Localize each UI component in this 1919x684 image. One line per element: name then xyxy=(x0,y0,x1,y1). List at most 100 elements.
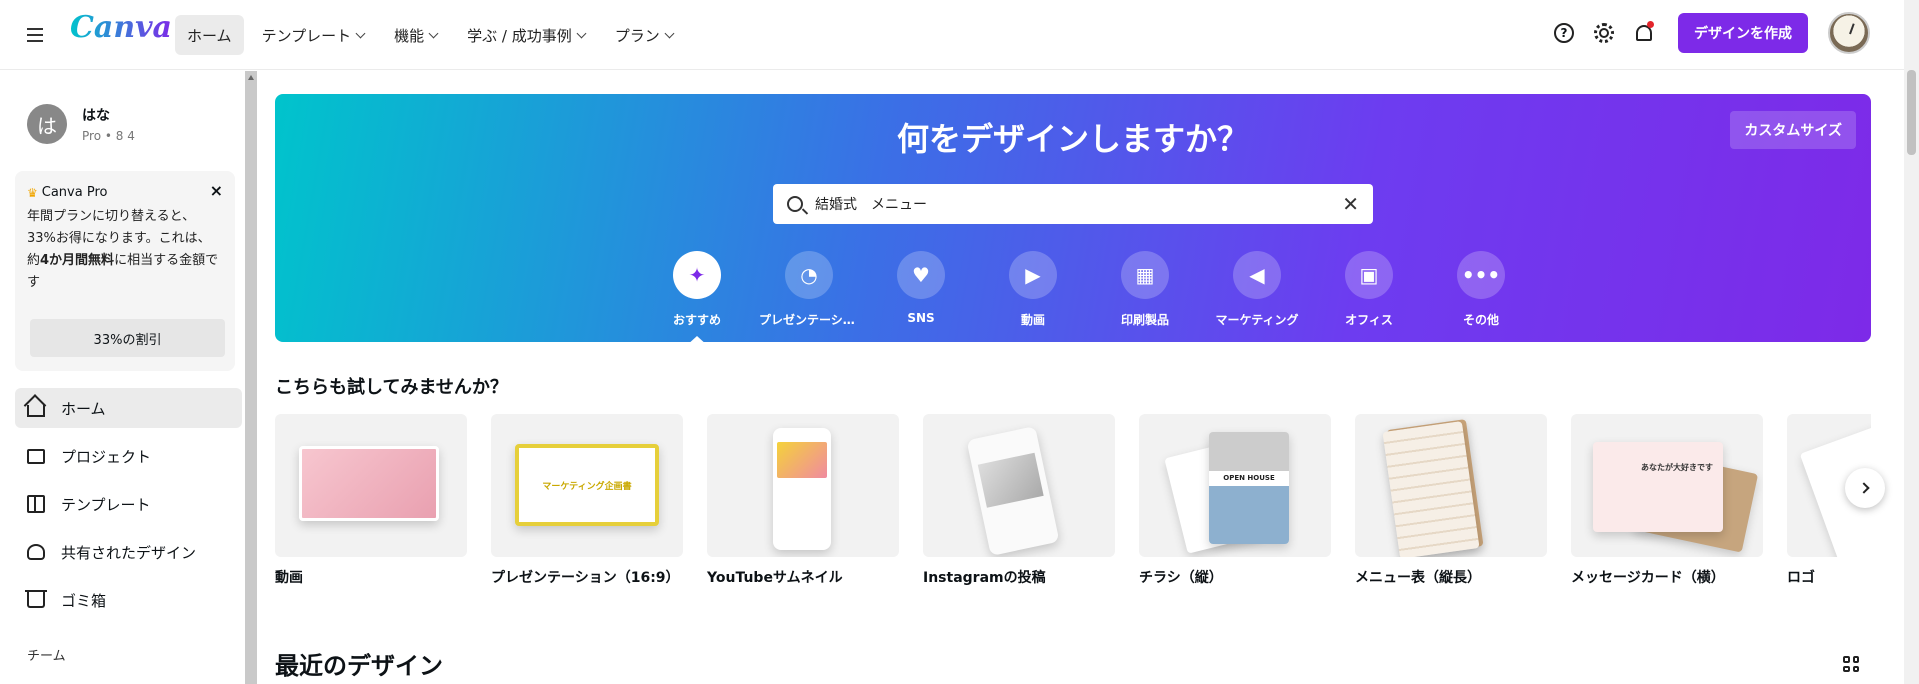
nav-plans-label: プラン xyxy=(614,26,660,45)
card-thumbnail: あなたが大好きです xyxy=(1571,414,1763,557)
card-thumbnail xyxy=(923,414,1115,557)
suggestion-card[interactable]: Instagramの投稿 xyxy=(923,414,1115,587)
top-bar: Canva ホーム テンプレート 機能 学ぶ / 成功事例 プラン ? デザイン… xyxy=(0,0,1904,70)
close-icon[interactable]: × xyxy=(210,181,223,200)
category-recommended[interactable]: ✦ おすすめ xyxy=(641,251,753,346)
main-nav: ホーム テンプレート 機能 学ぶ / 成功事例 プラン xyxy=(175,15,685,55)
main-scrollbar[interactable] xyxy=(1904,0,1919,684)
template-icon xyxy=(27,495,45,513)
category-label: プレゼンテーション xyxy=(759,313,859,327)
sidebar-item-templates[interactable]: テンプレート xyxy=(15,484,242,524)
trash-icon xyxy=(25,590,47,608)
nav-learn[interactable]: 学ぶ / 成功事例 xyxy=(455,15,597,55)
chevron-down-icon xyxy=(664,28,675,38)
canva-logo[interactable]: Canva xyxy=(70,10,172,45)
suggestion-card[interactable]: マーケティング企画書 プレゼンテーション（16:9） xyxy=(491,414,683,587)
sidebar-scrollbar[interactable] xyxy=(245,71,257,684)
notifications-button[interactable] xyxy=(1624,13,1664,53)
card-thumbnail xyxy=(275,414,467,557)
category-marketing[interactable]: ◀ マーケティング xyxy=(1201,251,1313,328)
suggestion-card[interactable]: 動画 xyxy=(275,414,467,587)
suggestion-card[interactable]: あなたが大好きです メッセージカード（横） xyxy=(1571,414,1763,587)
user-name: はな xyxy=(82,108,110,124)
promo-title-text: Canva Pro xyxy=(41,185,108,200)
flyer-front-mock: OPEN HOUSE xyxy=(1209,432,1289,544)
account-avatar[interactable] xyxy=(1828,12,1870,54)
sidebar-item-trash[interactable]: ゴミ箱 xyxy=(15,580,242,620)
category-presentation[interactable]: ◔ プレゼンテーション xyxy=(753,251,865,328)
instagram-phone-mock xyxy=(966,426,1060,556)
settings-button[interactable] xyxy=(1584,13,1624,53)
card-thumbnail: OPEN HOUSE xyxy=(1139,414,1331,557)
clear-search-icon[interactable]: ✕ xyxy=(1342,194,1359,214)
suggestion-card[interactable]: OPEN HOUSE チラシ（縦） xyxy=(1139,414,1331,587)
design-categories: ✦ おすすめ ◔ プレゼンテーション ♥ SNS ▶ 動画 ▦ 印刷製品 ◀ マ… xyxy=(641,251,1537,346)
help-icon: ? xyxy=(1554,23,1574,43)
card-label: ロゴ xyxy=(1787,570,1815,586)
sparkle-icon: ✦ xyxy=(673,251,721,299)
category-sns[interactable]: ♥ SNS xyxy=(865,251,977,328)
hero-title: 何をデザインしますか？ xyxy=(896,120,1249,158)
search-value: 結婚式 メニュー xyxy=(815,197,927,213)
sidebar-item-projects[interactable]: プロジェクト xyxy=(15,436,242,476)
grid-view-icon[interactable] xyxy=(1843,656,1859,672)
category-label: おすすめ xyxy=(672,313,721,327)
suggestion-card[interactable]: YouTubeサムネイル xyxy=(707,414,899,587)
sidebar-item-home[interactable]: ホーム xyxy=(15,388,242,428)
gear-icon xyxy=(1594,23,1614,43)
video-thumb-mock xyxy=(299,446,439,521)
sidebar-item-label: プロジェクト xyxy=(61,447,152,466)
category-label: その他 xyxy=(1462,313,1499,327)
create-design-button[interactable]: デザインを作成 xyxy=(1678,13,1808,53)
more-icon: ••• xyxy=(1457,251,1505,299)
sidebar-item-label: テンプレート xyxy=(61,495,151,514)
user-avatar: は xyxy=(27,104,67,144)
card-label: 動画 xyxy=(275,570,303,586)
category-more[interactable]: ••• その他 xyxy=(1425,251,1537,328)
custom-size-button[interactable]: カスタムサイズ xyxy=(1730,111,1856,149)
user-profile[interactable]: は はな Pro • 8 4 xyxy=(27,104,135,144)
category-video[interactable]: ▶ 動画 xyxy=(977,251,1089,328)
sidebar: は はな Pro • 8 4 ♛ Canva Pro × 年間プランに切り替えると… xyxy=(0,71,245,684)
megaphone-icon: ◀ xyxy=(1233,251,1281,299)
sidebar-item-shared[interactable]: 共有されたデザイン xyxy=(15,532,242,572)
suggestion-card[interactable]: メニュー表（縦長） xyxy=(1355,414,1547,587)
crown-icon: ♛ xyxy=(27,185,38,200)
menu-icon[interactable] xyxy=(24,22,46,48)
help-button[interactable]: ? xyxy=(1544,13,1584,53)
presentation-thumb-mock: マーケティング企画書 xyxy=(515,444,659,526)
category-print[interactable]: ▦ 印刷製品 xyxy=(1089,251,1201,328)
sidebar-item-label: 共有されたデザイン xyxy=(61,543,197,562)
category-label: オフィス xyxy=(1345,313,1393,327)
chevron-right-icon xyxy=(1857,482,1870,494)
card-label: メニュー表（縦長） xyxy=(1355,570,1481,586)
discount-button[interactable]: 33%の割引 xyxy=(30,319,225,357)
heart-icon: ♥ xyxy=(897,251,945,299)
carousel-next-button[interactable] xyxy=(1845,468,1885,508)
promo-title: ♛ Canva Pro xyxy=(27,185,223,200)
active-category-pointer xyxy=(686,336,708,346)
card-label: プレゼンテーション（16:9） xyxy=(491,570,680,586)
pro-promo-card: ♛ Canva Pro × 年間プランに切り替えると、33%お得になります。これは… xyxy=(15,171,235,371)
sidebar-nav: ホーム プロジェクト テンプレート 共有されたデザイン ゴミ箱 xyxy=(15,388,242,628)
header-tools: ? デザインを作成 xyxy=(1544,12,1904,54)
category-label: SNS xyxy=(907,311,935,325)
nav-features[interactable]: 機能 xyxy=(382,15,449,55)
nav-plans[interactable]: プラン xyxy=(603,15,685,55)
suggestions-title: こちらも試してみませんか？ xyxy=(275,377,508,398)
video-icon: ▶ xyxy=(1009,251,1057,299)
shared-icon xyxy=(27,544,45,560)
instagram-thumb-image xyxy=(977,452,1044,508)
nav-learn-label: 学ぶ / 成功事例 xyxy=(467,26,572,45)
category-label: 印刷製品 xyxy=(1120,313,1169,327)
sidebar-item-label: ゴミ箱 xyxy=(61,591,107,610)
suggestion-carousel: 動画 マーケティング企画書 プレゼンテーション（16:9） YouTubeサムネ… xyxy=(275,414,1871,594)
nav-features-label: 機能 xyxy=(394,26,425,45)
briefcase-icon: ▣ xyxy=(1345,251,1393,299)
presentation-icon: ◔ xyxy=(785,251,833,299)
search-input[interactable]: 結婚式 メニュー ✕ xyxy=(773,184,1373,224)
nav-home[interactable]: ホーム xyxy=(175,15,244,55)
nav-templates[interactable]: テンプレート xyxy=(250,15,377,55)
category-office[interactable]: ▣ オフィス xyxy=(1313,251,1425,328)
chevron-down-icon xyxy=(428,28,439,38)
